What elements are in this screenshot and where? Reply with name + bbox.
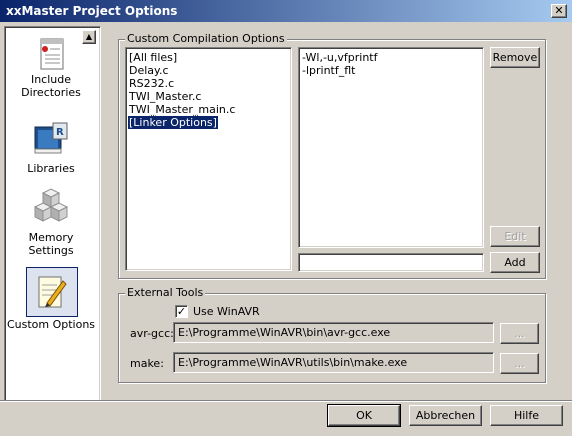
sidebar-item-memory-settings[interactable]: Memory Settings	[1, 187, 101, 257]
list-item[interactable]: TWI_Master_main.c	[129, 103, 235, 116]
external-tools-group-label: External Tools	[125, 286, 206, 299]
include-directories-icon	[40, 38, 64, 70]
remove-button[interactable]: Remove	[490, 47, 540, 68]
sidebar: ▲ Include Directories R Libraries Memory…	[4, 26, 101, 402]
avr-gcc-path-field[interactable]: E:\Programme\WinAVR\bin\avr-gcc.exe	[173, 322, 494, 343]
sidebar-item-include-directories[interactable]: Include Directories	[1, 35, 101, 99]
footer-divider	[0, 400, 572, 402]
ok-button[interactable]: OK	[327, 404, 401, 427]
list-item-selected[interactable]: [Linker Options]	[127, 115, 219, 130]
help-button[interactable]: Hilfe	[490, 405, 563, 426]
options-list[interactable]: -Wl,-u,vfprintf -lprintf_flt	[298, 47, 484, 248]
list-item[interactable]: TWI_Master.c	[129, 90, 201, 103]
cancel-button[interactable]: Abbrechen	[409, 405, 482, 426]
list-item[interactable]: -lprintf_flt	[302, 64, 356, 77]
list-item[interactable]: Delay.c	[129, 64, 169, 77]
sidebar-item-libraries[interactable]: R Libraries	[1, 119, 101, 175]
custom-compilation-group-label: Custom Compilation Options	[125, 32, 287, 45]
sidebar-item-label: Include	[30, 73, 72, 86]
close-button[interactable]: ✕	[551, 4, 567, 18]
add-button[interactable]: Add	[490, 252, 540, 273]
list-item[interactable]: RS232.c	[129, 77, 174, 90]
sidebar-item-label: Settings	[28, 244, 74, 257]
sidebar-item-custom-options[interactable]: Custom Options	[1, 273, 101, 331]
sidebar-item-label: Memory	[28, 231, 74, 244]
sidebar-item-label: Libraries	[27, 162, 75, 175]
avr-gcc-label: avr-gcc:	[130, 327, 174, 340]
use-winavr-checkbox[interactable]: ✓	[175, 305, 188, 318]
make-path-field[interactable]: E:\Programme\WinAVR\utils\bin\make.exe	[173, 352, 494, 373]
sidebar-item-label: Directories	[21, 86, 81, 99]
list-item[interactable]: -Wl,-u,vfprintf	[302, 51, 378, 64]
make-label: make:	[130, 357, 164, 370]
new-option-input[interactable]	[298, 253, 484, 272]
avr-gcc-path-value: E:\Programme\WinAVR\bin\avr-gcc.exe	[178, 326, 391, 339]
custom-options-icon	[38, 276, 67, 308]
make-browse-button[interactable]: ...	[500, 353, 539, 374]
avr-gcc-browse-button[interactable]: ...	[500, 323, 539, 344]
window-title: xxMaster Project Options	[6, 4, 178, 18]
memory-settings-icon	[33, 188, 69, 222]
file-list[interactable]: [All files] Delay.c RS232.c TWI_Master.c…	[125, 47, 292, 271]
use-winavr-label: Use WinAVR	[193, 305, 260, 318]
svg-text:R: R	[56, 127, 64, 138]
title-bar[interactable]: xxMaster Project Options ✕	[0, 0, 572, 22]
list-item[interactable]: [All files]	[129, 51, 177, 64]
libraries-icon: R	[34, 122, 68, 154]
make-path-value: E:\Programme\WinAVR\utils\bin\make.exe	[178, 356, 408, 369]
edit-button[interactable]: Edit	[490, 226, 540, 247]
sidebar-item-label: Custom Options	[6, 318, 96, 331]
